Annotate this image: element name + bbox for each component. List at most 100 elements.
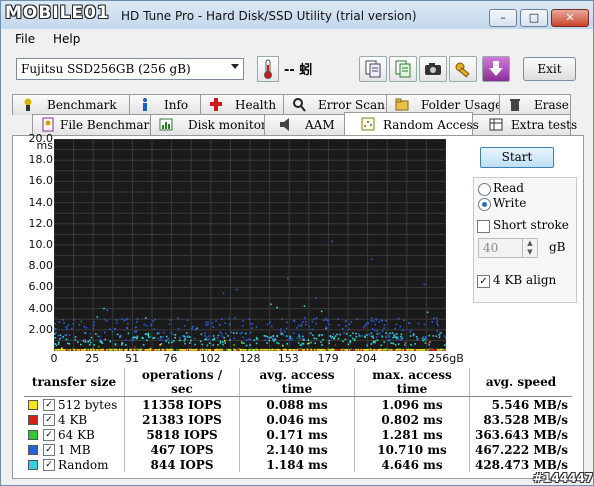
scatter-point xyxy=(288,349,291,351)
screenshot-button[interactable] xyxy=(419,56,447,82)
scatter-point xyxy=(366,344,368,347)
row-iops: 5818 IOPS xyxy=(124,427,240,442)
align-checkbox[interactable]: ✓ xyxy=(477,275,490,288)
series-checkbox[interactable]: ✓ xyxy=(43,399,55,411)
read-radio[interactable] xyxy=(478,183,491,196)
scatter-point xyxy=(216,337,219,339)
spinner-arrows-icon[interactable]: ▲ ▼ xyxy=(522,239,537,257)
scatter-point xyxy=(409,335,412,337)
tab-erase[interactable]: Erase xyxy=(499,94,571,115)
scatter-point xyxy=(372,335,374,337)
copy-text-button[interactable] xyxy=(389,56,417,82)
tab-info[interactable]: Info xyxy=(129,94,201,115)
minimize-button[interactable]: – xyxy=(489,9,517,27)
options-button[interactable] xyxy=(449,56,477,82)
scatter-point xyxy=(281,318,283,320)
scatter-point xyxy=(263,349,266,351)
series-checkbox[interactable]: ✓ xyxy=(43,429,55,441)
scatter-point xyxy=(256,338,258,340)
scatter-point xyxy=(370,317,373,319)
tab-aam[interactable]: AAM xyxy=(264,114,345,135)
scatter-point xyxy=(388,349,391,351)
scatter-point xyxy=(104,349,107,351)
drive-select[interactable]: Fujitsu SSD256GB (256 gB) xyxy=(16,58,244,80)
scatter-point xyxy=(390,349,393,351)
scatter-point xyxy=(169,319,172,321)
scatter-point xyxy=(299,349,301,351)
copy-info-icon xyxy=(365,60,381,78)
scatter-point xyxy=(67,324,70,327)
scatter-point xyxy=(211,322,213,324)
scatter-point xyxy=(380,344,383,347)
scatter-point xyxy=(219,331,222,333)
scatter-point xyxy=(330,337,333,340)
scatter-point xyxy=(330,349,333,351)
y-tick-label: 16.0 xyxy=(28,174,54,188)
menu-file[interactable]: File xyxy=(15,32,35,46)
scatter-point xyxy=(242,349,245,351)
row-iops: 11358 IOPS xyxy=(124,396,240,412)
scatter-point xyxy=(356,318,358,320)
scatter-point xyxy=(336,333,338,336)
scatter-point xyxy=(259,349,262,351)
row-max-access: 0.802 ms xyxy=(354,412,470,427)
series-checkbox[interactable]: ✓ xyxy=(43,459,55,471)
maximize-button[interactable]: □ xyxy=(520,9,548,27)
scatter-point xyxy=(243,342,245,344)
series-checkbox[interactable]: ✓ xyxy=(43,414,55,426)
x-tick-label: 179 xyxy=(317,352,339,365)
scatter-point xyxy=(289,337,291,340)
scatter-point xyxy=(268,339,270,342)
scatter-point xyxy=(299,337,301,340)
tab-disk-monitor[interactable]: Disk monitor xyxy=(150,114,267,135)
scatter-point xyxy=(300,325,303,327)
stroke-size-spinner[interactable]: 40 ▲ ▼ xyxy=(478,238,538,258)
write-radio[interactable] xyxy=(478,198,491,211)
scatter-point xyxy=(87,340,89,343)
scatter-point xyxy=(376,333,379,335)
row-iops: 21383 IOPS xyxy=(124,412,240,427)
scatter-point xyxy=(59,334,62,336)
tab-benchmark[interactable]: Benchmark xyxy=(12,94,130,115)
scatter-point xyxy=(126,326,128,329)
scatter-point xyxy=(264,339,266,341)
scatter-point xyxy=(379,349,382,351)
tab-extra-tests[interactable]: Extra tests xyxy=(472,114,577,135)
menu-help[interactable]: Help xyxy=(53,32,80,46)
scatter-point xyxy=(352,332,354,335)
scatter-point xyxy=(136,335,139,338)
scatter-point xyxy=(157,331,159,334)
close-button[interactable]: ✕ xyxy=(551,9,589,27)
scatter-point xyxy=(266,342,268,344)
scatter-point xyxy=(355,335,358,338)
scatter-point xyxy=(242,336,244,339)
scatter-point xyxy=(218,349,220,351)
tab-health[interactable]: Health xyxy=(200,94,284,115)
scatter-point xyxy=(249,331,252,334)
file-benchmark-icon xyxy=(41,117,55,132)
scatter-plot xyxy=(53,138,448,352)
tab-label: Random Access xyxy=(383,118,479,132)
scatter-point xyxy=(125,344,127,346)
scatter-point xyxy=(98,335,101,338)
short-stroke-checkbox[interactable] xyxy=(477,220,490,233)
scatter-point xyxy=(113,349,116,351)
scatter-point xyxy=(358,335,361,337)
row-avg-access: 2.140 ms xyxy=(239,442,355,457)
tab-random-access[interactable]: Random Access xyxy=(344,112,479,135)
scatter-point xyxy=(160,336,162,338)
series-checkbox[interactable]: ✓ xyxy=(43,444,55,456)
scatter-point xyxy=(78,323,81,326)
download-button[interactable] xyxy=(482,56,510,82)
scatter-point xyxy=(427,349,429,351)
row-size-cell: ✓ Random xyxy=(24,457,125,472)
scatter-point xyxy=(189,342,191,344)
scatter-point xyxy=(237,349,240,351)
scatter-point xyxy=(314,342,316,344)
exit-button[interactable]: Exit xyxy=(523,57,576,81)
scatter-point xyxy=(93,321,95,324)
start-button[interactable]: Start xyxy=(480,147,554,168)
scatter-point xyxy=(192,326,194,328)
scatter-point xyxy=(89,344,91,346)
copy-info-button[interactable] xyxy=(359,56,387,82)
